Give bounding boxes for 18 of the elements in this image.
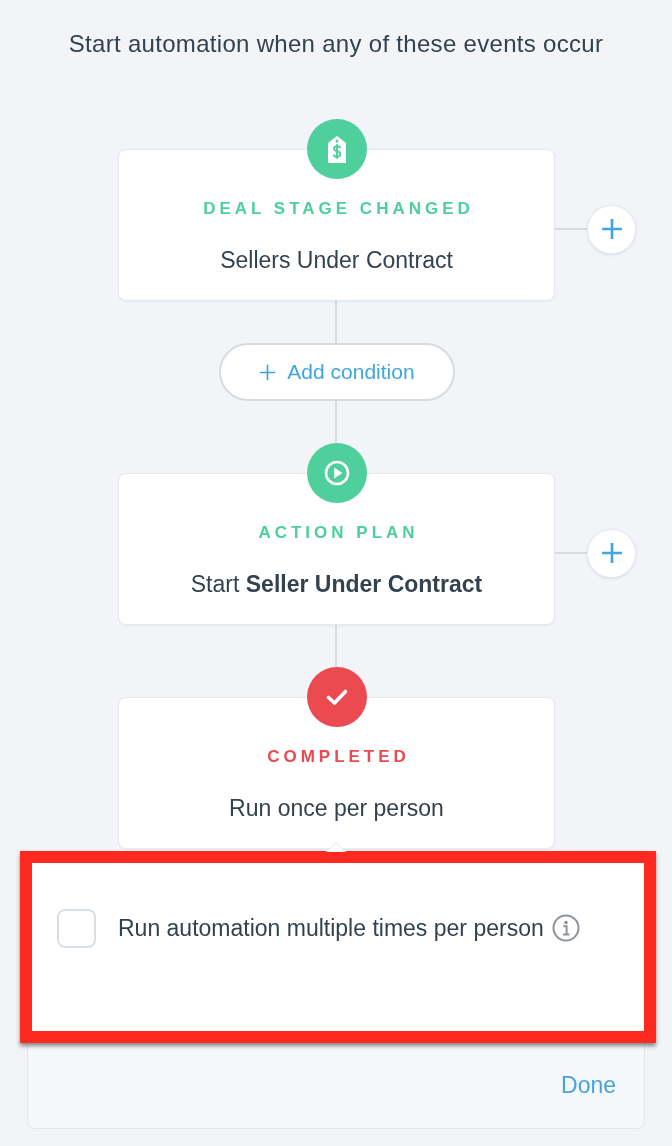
step-title: DEAL STAGE CHANGED	[202, 199, 474, 219]
step-description: Start Seller Under Contract	[190, 570, 483, 598]
plus-icon	[600, 218, 623, 240]
step-card[interactable]: COMPLETED Run once per person	[118, 697, 555, 849]
info-icon[interactable]	[551, 914, 580, 942]
checkbox[interactable]	[57, 909, 96, 948]
step-card[interactable]: ACTION PLAN Start Seller Under Contract	[118, 473, 555, 625]
step-title: ACTION PLAN	[257, 523, 419, 543]
step-description: Sellers Under Contract	[220, 246, 453, 274]
flow-heading: Start automation when any of these events occur	[67, 30, 605, 58]
option-label: Run automation multiple times per person	[118, 914, 544, 943]
plus-icon	[259, 363, 277, 381]
step-card[interactable]: DEAL STAGE CHANGED Sellers Under Contract	[118, 149, 555, 301]
add-step-button[interactable]	[587, 204, 636, 254]
step-description: Run once per person	[229, 794, 444, 822]
add-step-button[interactable]	[587, 528, 636, 578]
step-title: COMPLETED	[266, 747, 410, 767]
plus-icon	[600, 542, 623, 564]
